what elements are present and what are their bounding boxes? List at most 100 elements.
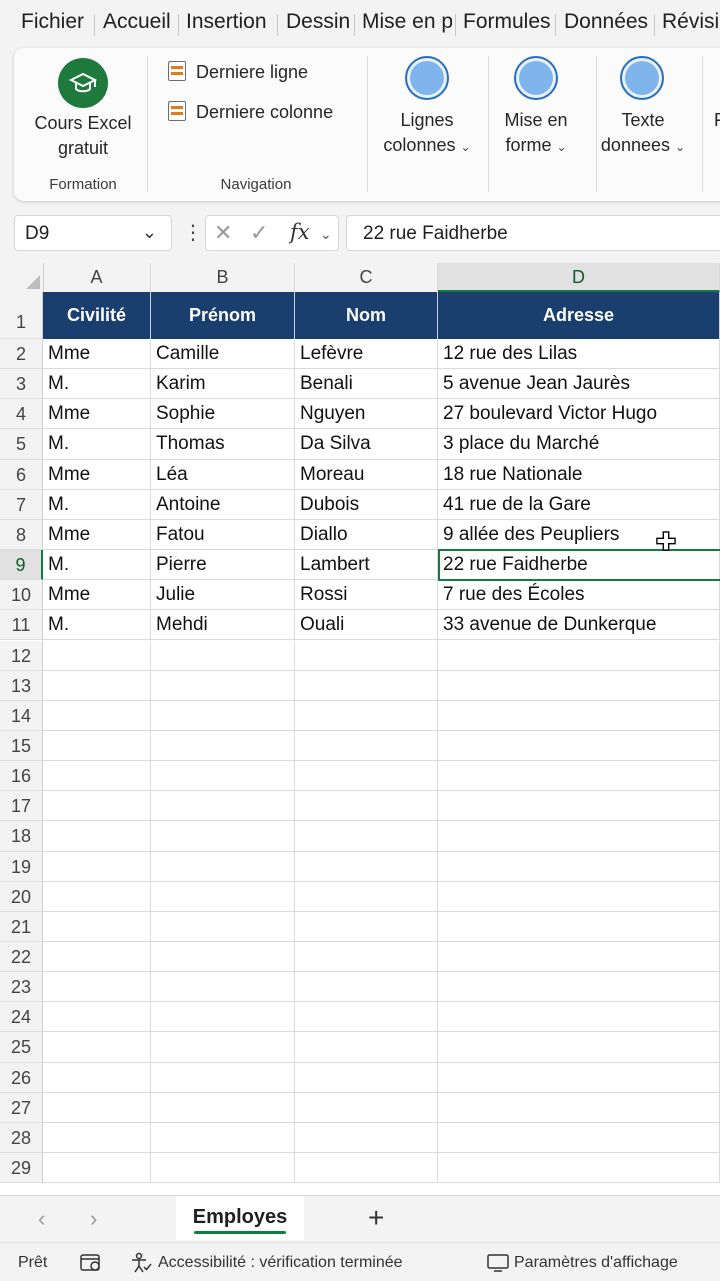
row-header-12[interactable]: 12 xyxy=(0,640,43,671)
empty-cell[interactable] xyxy=(151,851,295,882)
chevron-down-icon[interactable]: ⌄ xyxy=(142,222,157,243)
confirm-icon[interactable]: ✓ xyxy=(250,220,268,246)
empty-cell[interactable] xyxy=(438,640,720,671)
empty-cell[interactable] xyxy=(151,821,295,852)
cell-prenom[interactable]: Karim xyxy=(151,369,295,400)
empty-cell[interactable] xyxy=(295,1002,438,1033)
cell-civilite[interactable]: M. xyxy=(43,369,151,400)
cell-nom[interactable]: Diallo xyxy=(295,519,438,551)
sheet-tab-employes[interactable]: Employes xyxy=(176,1196,304,1240)
empty-cell[interactable] xyxy=(295,670,438,701)
tab-formules[interactable]: Formules xyxy=(463,10,551,34)
graduation-cap-icon[interactable] xyxy=(58,58,108,108)
next-sheet-icon[interactable]: › xyxy=(90,1206,97,1232)
derniere-ligne-button[interactable]: Derniere ligne xyxy=(168,61,308,83)
cell-prenom[interactable]: Thomas xyxy=(151,429,295,460)
empty-cell[interactable] xyxy=(438,1122,720,1154)
empty-cell[interactable] xyxy=(438,881,720,912)
empty-cell[interactable] xyxy=(151,1062,295,1093)
cell-adresse[interactable]: 3 place du Marché xyxy=(438,429,720,460)
select-all-corner[interactable] xyxy=(0,263,44,292)
cell-nom[interactable]: Moreau xyxy=(295,459,438,490)
cell-nom[interactable]: Ouali xyxy=(295,610,438,641)
column-header-c[interactable]: C xyxy=(295,263,438,292)
empty-cell[interactable] xyxy=(295,821,438,852)
empty-cell[interactable] xyxy=(43,1092,151,1123)
empty-cell[interactable] xyxy=(295,1122,438,1154)
tab-revision[interactable]: Révisio xyxy=(662,10,720,34)
empty-cell[interactable] xyxy=(295,730,438,762)
empty-cell[interactable] xyxy=(151,1002,295,1033)
cell-civilite[interactable]: M. xyxy=(43,489,151,520)
row-header-11[interactable]: 11 xyxy=(0,610,43,641)
column-header-b[interactable]: B xyxy=(151,263,295,292)
empty-cell[interactable] xyxy=(438,972,720,1003)
empty-cell[interactable] xyxy=(438,1062,720,1093)
mise-en-forme-icon[interactable] xyxy=(514,56,558,100)
empty-cell[interactable] xyxy=(151,640,295,671)
cell-prenom[interactable]: Mehdi xyxy=(151,610,295,641)
name-box[interactable]: D9 ⌄ xyxy=(14,215,172,251)
cell-adresse[interactable]: 7 rue des Écoles xyxy=(438,580,720,611)
empty-cell[interactable] xyxy=(295,640,438,671)
empty-cell[interactable] xyxy=(295,791,438,822)
row-header-28[interactable]: 28 xyxy=(0,1122,43,1154)
empty-cell[interactable] xyxy=(438,761,720,792)
header-cell-prenom[interactable]: Prénom xyxy=(151,292,295,339)
macro-recording-icon[interactable] xyxy=(80,1253,102,1273)
cell-adresse[interactable]: 27 boulevard Victor Hugo xyxy=(438,399,720,430)
empty-cell[interactable] xyxy=(151,670,295,701)
lignes-colonnes-button[interactable]: Lignes colonnes ⌄ xyxy=(372,108,482,160)
cell-prenom[interactable]: Fatou xyxy=(151,519,295,551)
empty-cell[interactable] xyxy=(43,1002,151,1033)
empty-cell[interactable] xyxy=(438,851,720,882)
accessibility-icon[interactable] xyxy=(130,1252,152,1274)
texte-donnees-icon[interactable] xyxy=(620,56,664,100)
empty-cell[interactable] xyxy=(295,881,438,912)
empty-cell[interactable] xyxy=(43,791,151,822)
row-header-29[interactable]: 29 xyxy=(0,1153,43,1184)
empty-cell[interactable] xyxy=(438,730,720,762)
empty-cell[interactable] xyxy=(295,1092,438,1123)
tab-mise-en-page[interactable]: Mise en p xyxy=(362,10,452,34)
empty-cell[interactable] xyxy=(438,1032,720,1063)
row-header-25[interactable]: 25 xyxy=(0,1032,43,1063)
empty-cell[interactable] xyxy=(295,761,438,792)
cell-nom[interactable]: Nguyen xyxy=(295,399,438,430)
empty-cell[interactable] xyxy=(43,640,151,671)
cell-civilite[interactable]: Mme xyxy=(43,519,151,551)
empty-cell[interactable] xyxy=(151,911,295,942)
empty-cell[interactable] xyxy=(438,670,720,701)
tab-dessin[interactable]: Dessin xyxy=(286,10,350,34)
empty-cell[interactable] xyxy=(43,911,151,942)
empty-cell[interactable] xyxy=(438,1002,720,1033)
empty-cell[interactable] xyxy=(438,942,720,973)
cancel-icon[interactable]: ✕ xyxy=(214,220,232,246)
row-header-2[interactable]: 2 xyxy=(0,339,43,370)
status-display-settings[interactable]: Paramètres d'affichage xyxy=(514,1254,678,1272)
row-header-20[interactable]: 20 xyxy=(0,881,43,912)
more-options-icon[interactable]: ⋮ xyxy=(183,220,203,245)
row-header-23[interactable]: 23 xyxy=(0,972,43,1003)
empty-cell[interactable] xyxy=(43,1032,151,1063)
empty-cell[interactable] xyxy=(43,730,151,762)
cell-adresse[interactable]: 33 avenue de Dunkerque xyxy=(438,610,720,641)
add-sheet-button[interactable]: + xyxy=(368,1202,384,1234)
row-header-9[interactable]: 9 xyxy=(0,550,43,581)
row-header-21[interactable]: 21 xyxy=(0,911,43,942)
insert-function-icon[interactable]: fx xyxy=(290,220,310,244)
column-header-a[interactable]: A xyxy=(43,263,151,292)
empty-cell[interactable] xyxy=(151,761,295,792)
header-cell-nom[interactable]: Nom xyxy=(295,292,438,339)
row-header-27[interactable]: 27 xyxy=(0,1092,43,1123)
cell-prenom[interactable]: Antoine xyxy=(151,489,295,520)
cell-nom[interactable]: Da Silva xyxy=(295,429,438,460)
empty-cell[interactable] xyxy=(151,972,295,1003)
empty-cell[interactable] xyxy=(43,821,151,852)
header-cell-adresse[interactable]: Adresse xyxy=(438,292,720,339)
status-accessibility[interactable]: Accessibilité : vérification terminée xyxy=(158,1254,403,1272)
cell-prenom[interactable]: Camille xyxy=(151,339,295,370)
cell-civilite[interactable]: M. xyxy=(43,550,151,581)
cell-prenom[interactable]: Sophie xyxy=(151,399,295,430)
cell-civilite[interactable]: Mme xyxy=(43,339,151,370)
